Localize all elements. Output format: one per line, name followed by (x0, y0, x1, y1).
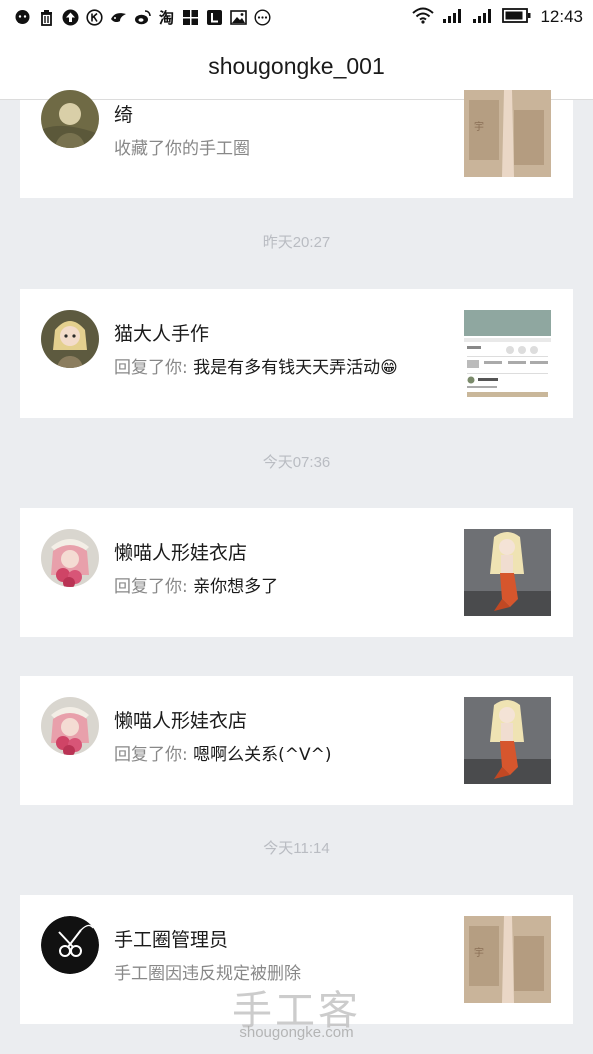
notification-card[interactable]: 绮 收藏了你的手工圈 宇 (20, 90, 573, 198)
wifi-icon (412, 7, 435, 28)
sender-name: 懒喵人形娃衣店 (114, 542, 248, 564)
sender-name: 猫大人手作 (114, 323, 210, 345)
status-bar: 淘 12:43 (0, 0, 593, 34)
avatar[interactable] (41, 310, 99, 368)
battery-icon (502, 7, 532, 28)
trash-icon (38, 9, 55, 26)
action-text: 回复了你: (114, 745, 194, 765)
reply-text: 我是有多有钱天天弄活动😁 (193, 358, 398, 378)
system-indicators: 12:43 (412, 7, 583, 28)
notification-card[interactable]: 懒喵人形娃衣店 回复了你: 嗯啊么关系(^V^) (20, 676, 573, 805)
image-icon (230, 9, 247, 26)
post-thumbnail[interactable]: 宇 (464, 90, 551, 177)
l-icon (206, 9, 223, 26)
notification-text: 收藏了你的手工圈 (114, 134, 250, 159)
wechat-icon (14, 9, 31, 26)
page-title: shougongke_001 (208, 53, 385, 79)
post-thumbnail[interactable] (464, 529, 551, 616)
time-separator: 今天07:36 (262, 454, 331, 471)
time-separator: 昨天20:27 (262, 234, 331, 251)
avatar[interactable] (41, 529, 99, 587)
k-icon (86, 8, 103, 26)
notification-text: 回复了你: 我是有多有钱天天弄活动😁 (114, 353, 398, 378)
notification-text: 回复了你: 嗯啊么关系(^V^) (114, 740, 332, 765)
signal-icon-2 (472, 7, 494, 28)
action-text: 回复了你: (114, 577, 194, 597)
avatar[interactable] (41, 697, 99, 755)
post-thumbnail[interactable] (464, 310, 551, 397)
bird-icon (110, 9, 127, 26)
notification-icons: 淘 (14, 8, 271, 27)
notification-text: 回复了你: 亲你想多了 (114, 572, 278, 597)
sender-name: 绮 (114, 104, 134, 126)
signal-icon (442, 7, 464, 28)
weibo-icon (134, 9, 151, 26)
upload-icon (62, 9, 79, 26)
apps-icon (182, 9, 199, 26)
time-separator: 今天11:14 (263, 840, 330, 857)
watermark-url: shougongke.com (239, 1024, 354, 1041)
sender-name: 懒喵人形娃衣店 (114, 710, 248, 732)
sender-name: 手工圈管理员 (114, 929, 229, 951)
taobao-icon: 淘 (158, 8, 174, 27)
avatar[interactable] (41, 916, 99, 974)
notification-card[interactable]: 懒喵人形娃衣店 回复了你: 亲你想多了 (20, 508, 573, 637)
more-icon (254, 8, 271, 26)
svg-text:宇: 宇 (474, 946, 484, 959)
action-text: 收藏了你的手工圈 (114, 139, 250, 159)
post-thumbnail[interactable] (464, 697, 551, 784)
clock: 12:43 (540, 7, 583, 26)
reply-text: 亲你想多了 (193, 577, 279, 597)
action-text: 回复了你: (114, 358, 194, 378)
svg-text:宇: 宇 (474, 120, 484, 133)
notification-card[interactable]: 猫大人手作 回复了你: 我是有多有钱天天弄活动😁 (20, 289, 573, 418)
avatar[interactable] (41, 90, 99, 148)
reply-text: 嗯啊么关系(^V^) (193, 745, 332, 765)
